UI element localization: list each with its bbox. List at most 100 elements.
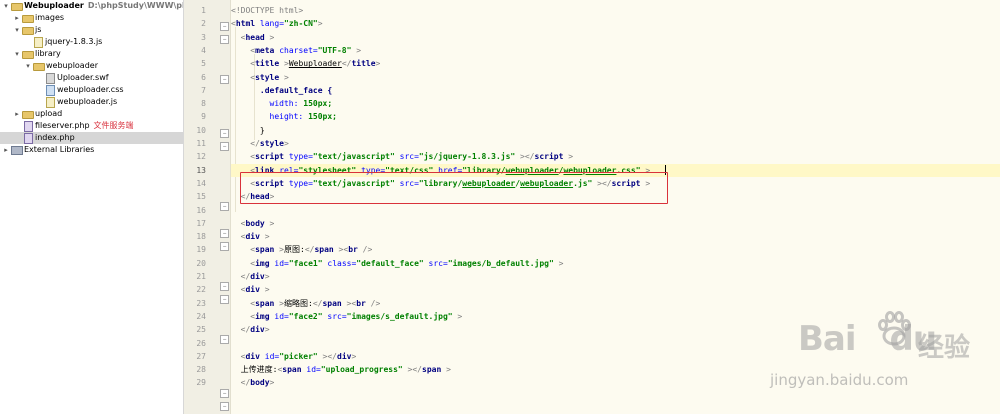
code-line-16[interactable] — [231, 204, 1000, 217]
line-number: 9 — [201, 112, 206, 122]
code-line-12[interactable]: <script type="text/javascript" src="js/j… — [231, 150, 1000, 163]
chevron-down-icon[interactable]: ▾ — [13, 24, 21, 36]
line-number: 26 — [196, 338, 206, 348]
line-number: 17 — [196, 218, 206, 228]
line-number: 1 — [201, 6, 206, 15]
js-file-icon — [34, 37, 43, 48]
tree-item-js[interactable]: ▾ js — [0, 24, 183, 36]
tree-item-label: webuploader.css — [57, 85, 124, 94]
fold-toggle-icon[interactable]: − — [220, 129, 229, 138]
code-line-26[interactable] — [231, 337, 1000, 350]
line-number: 10 — [196, 125, 206, 135]
tree-item-label: Uploader.swf — [57, 73, 109, 82]
line-number: 2 — [201, 19, 206, 29]
code-editor[interactable]: <!DOCTYPE html> <html lang="zh-CN"> <hea… — [231, 0, 1000, 414]
line-number: 11 — [196, 139, 206, 148]
code-line-20[interactable]: <img id="face1" class="default_face" src… — [231, 257, 1000, 270]
tree-item-external-libraries[interactable]: ▸ External Libraries — [0, 144, 183, 156]
tree-item-index[interactable]: index.php — [0, 132, 183, 144]
fold-toggle-icon[interactable]: − — [220, 202, 229, 211]
code-line-11[interactable]: </style> — [231, 137, 1000, 150]
fold-toggle-icon[interactable]: − — [220, 282, 229, 291]
fold-toggle-icon[interactable]: − — [220, 229, 229, 238]
library-icon — [11, 146, 23, 155]
line-number: 24 — [196, 311, 206, 321]
tree-item-label: library — [35, 49, 61, 58]
code-line-10[interactable]: } — [231, 124, 1000, 137]
line-number: 6 — [201, 72, 206, 82]
chevron-down-icon[interactable]: ▾ — [13, 48, 21, 60]
annotation-highlight-box — [240, 172, 668, 204]
chevron-right-icon[interactable]: ▸ — [13, 108, 21, 120]
code-line-6[interactable]: <style > — [231, 71, 1000, 84]
line-number: 16 — [196, 205, 206, 215]
tree-item-upload[interactable]: ▸ upload — [0, 108, 183, 120]
line-number: 8 — [201, 99, 206, 109]
code-line-2[interactable]: <html lang="zh-CN"> — [231, 17, 1000, 30]
tree-item-jquery[interactable]: jquery-1.8.3.js — [0, 36, 183, 48]
tree-item-webuploader-folder[interactable]: ▾ webuploader — [0, 60, 183, 72]
file-annotation: 文件服务端 — [93, 121, 134, 130]
code-line-25[interactable]: </div> — [231, 323, 1000, 336]
code-line-5[interactable]: <title >Webuploader</title> — [231, 57, 1000, 70]
fold-toggle-icon[interactable]: − — [220, 35, 229, 44]
line-number: 21 — [196, 272, 206, 281]
line-number: 14 — [196, 178, 206, 188]
code-line-3[interactable]: <head > — [231, 31, 1000, 44]
code-line-1[interactable]: <!DOCTYPE html> — [231, 4, 1000, 17]
chevron-right-icon[interactable]: ▸ — [2, 144, 10, 156]
line-number: 29 — [196, 378, 206, 388]
fold-toggle-icon[interactable]: − — [220, 75, 229, 84]
js-file-icon — [46, 97, 55, 108]
code-line-29[interactable]: </body> — [231, 376, 1000, 389]
line-number: 23 — [196, 298, 206, 308]
fold-toggle-icon[interactable]: − — [220, 335, 229, 344]
fold-toggle-icon[interactable]: − — [220, 389, 229, 398]
css-file-icon — [46, 85, 55, 96]
tree-item-webuploader-js[interactable]: webuploader.js — [0, 96, 183, 108]
line-number: 5 — [201, 59, 206, 69]
chevron-right-icon[interactable]: ▸ — [13, 12, 21, 24]
code-line-19[interactable]: <span >原图:</span ><br /> — [231, 243, 1000, 256]
code-line-7[interactable]: .default_face { — [231, 84, 1000, 97]
code-line-27[interactable]: <div id="picker" ></div> — [231, 350, 1000, 363]
fold-toggle-icon[interactable]: − — [220, 142, 229, 151]
folder-icon — [22, 51, 34, 59]
folder-icon — [11, 3, 23, 11]
line-number: 20 — [196, 258, 206, 268]
line-number: 25 — [196, 325, 206, 335]
code-line-21[interactable]: </div> — [231, 270, 1000, 283]
tree-item-images[interactable]: ▸ images — [0, 12, 183, 24]
code-line-18[interactable]: <div > — [231, 230, 1000, 243]
code-line-24[interactable]: <img id="face2" src="images/s_default.jp… — [231, 310, 1000, 323]
code-line-9[interactable]: height: 150px; — [231, 110, 1000, 123]
code-line-17[interactable]: <body > — [231, 217, 1000, 230]
php-file-icon — [24, 121, 33, 132]
tree-item-fileserver[interactable]: fileserver.php 文件服务端 — [0, 120, 183, 132]
tree-item-library[interactable]: ▾ library — [0, 48, 183, 60]
tree-item-uploader-swf[interactable]: Uploader.swf — [0, 72, 183, 84]
chevron-down-icon[interactable]: ▾ — [24, 60, 32, 72]
fold-toggle-icon[interactable]: − — [220, 22, 229, 31]
chevron-down-icon[interactable]: ▾ — [2, 0, 10, 12]
tree-item-label: images — [35, 13, 65, 22]
tree-root[interactable]: ▾ WebuploaderD:\phpStudy\WWW\phpStudy\We — [0, 0, 183, 12]
line-number: 22 — [196, 285, 206, 295]
folder-icon — [22, 111, 34, 119]
fold-toggle-icon[interactable]: − — [220, 295, 229, 304]
line-number: 28 — [196, 365, 206, 375]
code-line-4[interactable]: <meta charset="UTF-8" > — [231, 44, 1000, 57]
line-number: 19 — [196, 245, 206, 255]
line-number: 7 — [201, 85, 206, 95]
fold-toggle-icon[interactable]: − — [220, 402, 229, 411]
code-line-23[interactable]: <span >缩略图:</span ><br /> — [231, 297, 1000, 310]
tree-item-label: fileserver.php — [35, 121, 90, 130]
tree-item-webuploader-css[interactable]: webuploader.css — [0, 84, 183, 96]
code-line-8[interactable]: width: 150px; — [231, 97, 1000, 110]
fold-toggle-icon[interactable]: − — [220, 242, 229, 251]
code-line-22[interactable]: <div > — [231, 283, 1000, 296]
folder-icon — [22, 15, 34, 23]
code-line-28[interactable]: 上传进度:<span id="upload_progress" ></span … — [231, 363, 1000, 376]
tree-item-label: webuploader — [46, 61, 98, 70]
line-number: 27 — [196, 351, 206, 361]
